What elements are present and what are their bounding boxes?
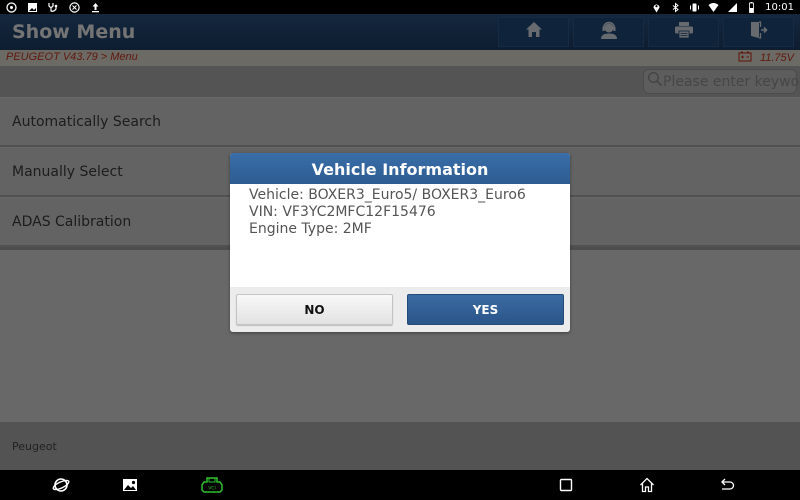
yes-button[interactable]: YES — [407, 294, 564, 325]
back-icon[interactable] — [718, 476, 736, 494]
vehicle-info-dialog: Vehicle Information Vehicle: BOXER3_Euro… — [230, 153, 570, 332]
image-icon — [27, 2, 38, 13]
location-icon — [651, 2, 662, 13]
battery-icon — [746, 1, 757, 13]
wifi-icon — [708, 2, 719, 13]
cd-icon — [69, 1, 80, 13]
dialog-body: Vehicle: BOXER3_Euro5/ BOXER3_Euro6 VIN:… — [230, 184, 570, 287]
chat-bubble-icon — [6, 1, 17, 13]
vci-connector-icon[interactable]: VCI — [201, 476, 223, 494]
status-bar: 10:01 — [0, 0, 800, 14]
browser-planet-icon[interactable] — [52, 476, 70, 494]
engine-type-line: Engine Type: 2MF — [249, 221, 372, 237]
android-nav-bar: VCI — [0, 470, 800, 500]
svg-text:VCI: VCI — [208, 486, 216, 492]
recents-icon[interactable] — [557, 476, 575, 494]
dialog-title: Vehicle Information — [230, 153, 570, 184]
gallery-icon[interactable] — [121, 476, 139, 494]
upload-icon — [90, 2, 101, 13]
vehicle-line: Vehicle: BOXER3_Euro5/ BOXER3_Euro6 — [249, 187, 526, 203]
vibrate-icon — [689, 2, 700, 13]
signal-icon — [727, 2, 738, 13]
clock: 10:01 — [765, 1, 794, 13]
bluetooth-icon — [670, 1, 681, 13]
vin-line: VIN: VF3YC2MFC12F15476 — [249, 204, 436, 220]
home-icon[interactable] — [638, 476, 656, 494]
no-button[interactable]: NO — [236, 294, 393, 325]
stethoscope-icon — [48, 2, 59, 13]
